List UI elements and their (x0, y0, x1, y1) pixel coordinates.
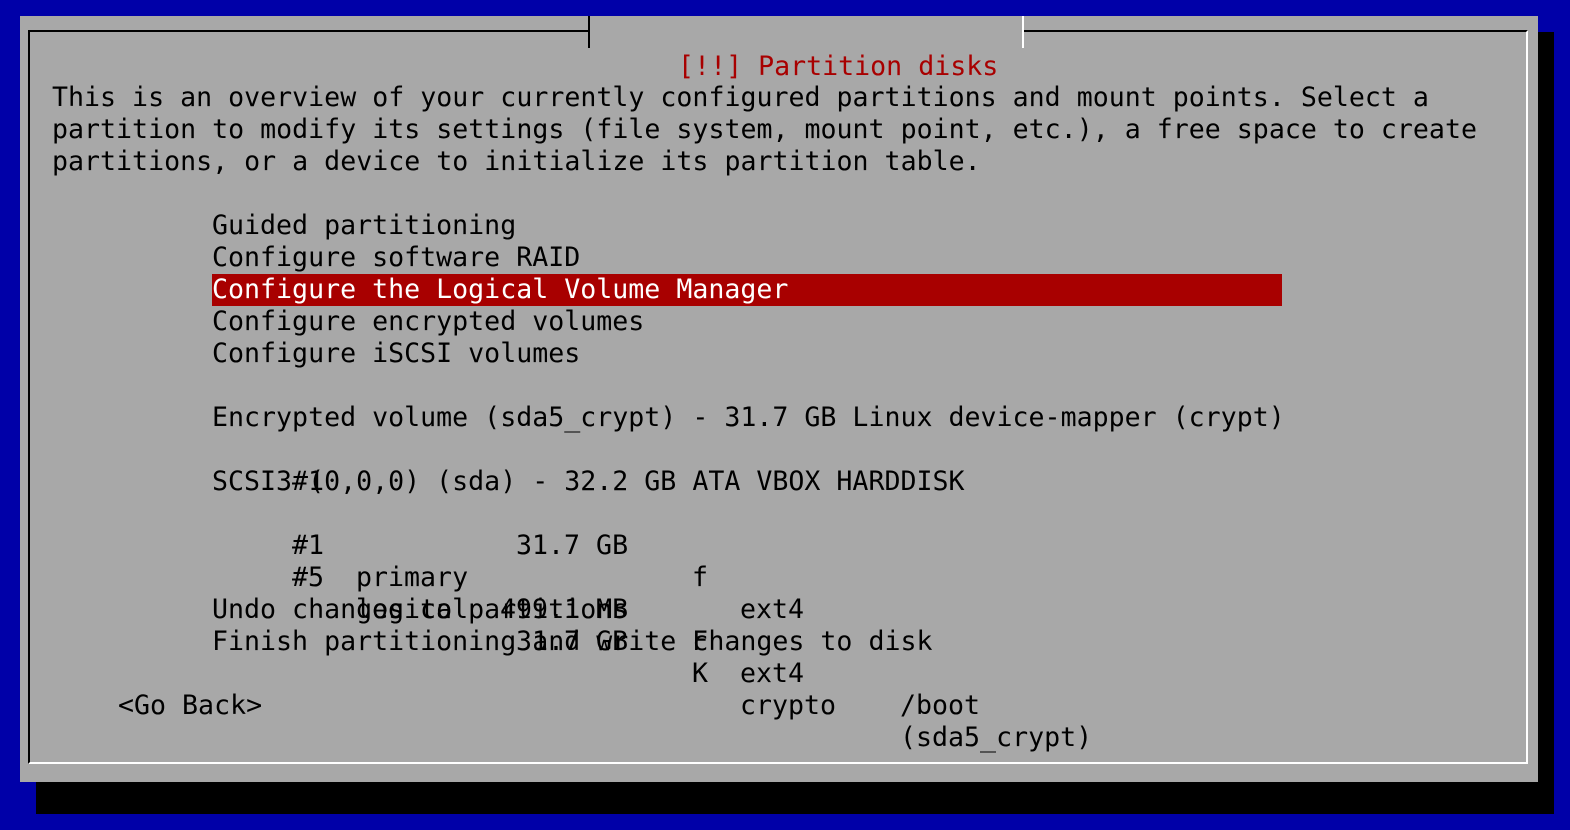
menu-item-software-raid[interactable]: Configure software RAID (212, 242, 1282, 274)
description-line-3: partitions, or a device to initialize it… (52, 146, 981, 177)
partition-mount: /boot (900, 690, 981, 721)
dialog-title: [!!] Partition disks (678, 51, 999, 82)
partition-mount: (sda5_crypt) (900, 722, 1093, 753)
menu-item-encrypted-volumes[interactable]: Configure encrypted volumes (212, 306, 1282, 338)
partition-flag: f (692, 562, 709, 593)
partition-row[interactable]: #1 primary 499.1 MB F ext4 /boot (212, 498, 1282, 721)
menu-item-lvm[interactable]: Configure the Logical Volume Manager (212, 274, 1282, 306)
description-line-1: This is an overview of your currently co… (52, 82, 1429, 113)
menu-item-undo-changes[interactable]: Undo changes to partitions (212, 594, 1282, 626)
device-encrypted-volume[interactable]: Encrypted volume (sda5_crypt) - 31.7 GB … (212, 402, 1285, 434)
partition-dialog: [!!] Partition disks This is an overview… (20, 16, 1538, 782)
go-back-button[interactable]: <Go Back> (118, 690, 262, 722)
dialog-shadow-bottom (36, 782, 1538, 814)
menu-item-finish-partitioning[interactable]: Finish partitioning and write changes to… (212, 626, 1282, 658)
dialog-title-box: [!!] Partition disks (588, 16, 1025, 82)
menu-item-iscsi-volumes[interactable]: Configure iSCSI volumes (212, 338, 1282, 370)
dialog-shadow-right (1538, 32, 1554, 814)
partition-number: #5 (292, 562, 325, 593)
partition-flag: K (692, 658, 709, 689)
device-sda[interactable]: SCSI3 (0,0,0) (sda) - 32.2 GB ATA VBOX H… (212, 466, 1282, 498)
partition-filesystem: crypto (740, 690, 837, 721)
partition-type: primary (356, 562, 469, 593)
partition-row[interactable]: #1 31.7 GB f ext4 (212, 434, 1282, 625)
partition-row[interactable]: #5 logical 31.7 GB K crypto (sda5_crypt) (212, 530, 1282, 753)
partition-filesystem: ext4 (740, 658, 805, 689)
description-line-2: partition to modify its settings (file s… (52, 114, 1477, 145)
menu-item-guided-partitioning[interactable]: Guided partitioning (212, 210, 1282, 242)
